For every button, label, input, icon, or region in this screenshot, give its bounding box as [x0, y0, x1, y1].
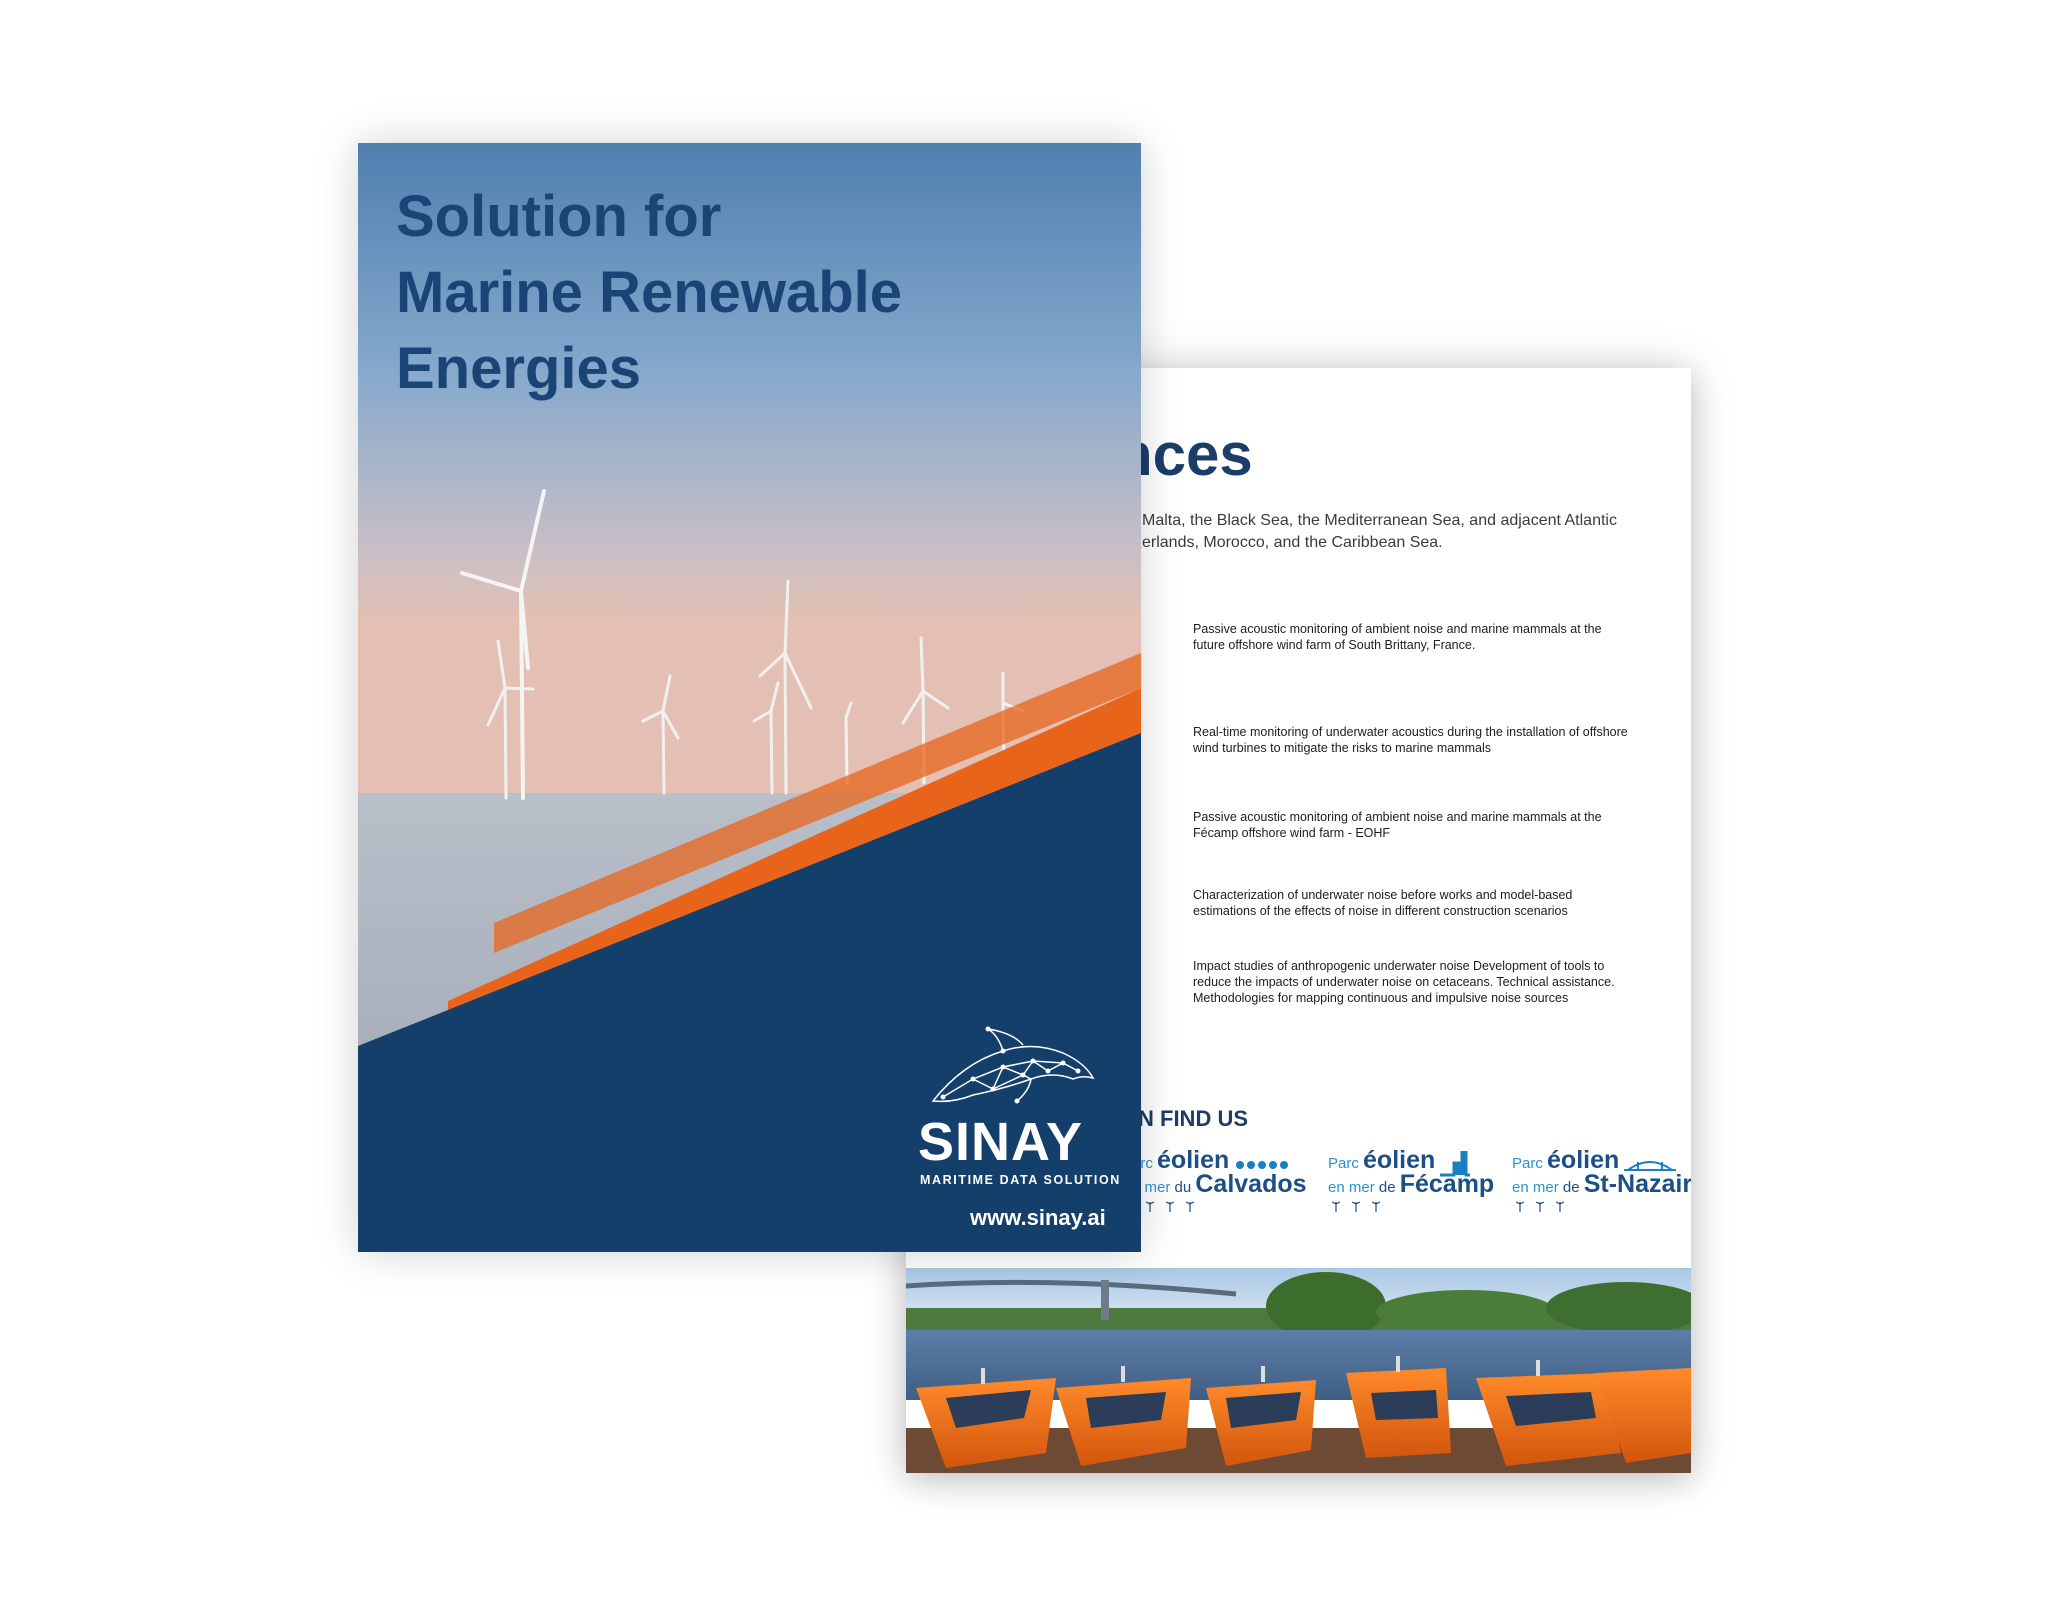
intro-text-line-1: Malta, the Black Sea, the Mediterranean …	[1142, 512, 1617, 529]
front-cover: Solution for Marine Renewable Energies S…	[358, 143, 1141, 1252]
brand-tagline: MARITIME DATA SOLUTION	[920, 1173, 1121, 1187]
waves-icon	[1235, 1160, 1288, 1169]
reference-item-5: Impact studies of anthropogenic underwat…	[1193, 959, 1615, 1005]
dolphin-network-icon	[931, 1026, 1095, 1104]
brand-name: SINAY	[918, 1112, 1084, 1172]
turbine-icons	[1515, 1201, 1565, 1212]
website-link[interactable]: www.sinay.ai	[970, 1205, 1106, 1231]
drone-boats-photo	[906, 1268, 1691, 1473]
park-calvados-logo: arc éolien n mer du Calvados	[1132, 1146, 1332, 1212]
reference-item-3: Passive acoustic monitoring of ambient n…	[1193, 810, 1602, 840]
turbine-icons	[1331, 1201, 1381, 1212]
cover-title: Solution for Marine Renewable Energies	[396, 184, 903, 401]
reference-item-2: Real-time monitoring of underwater acous…	[1193, 725, 1628, 755]
turbine-icons	[1145, 1201, 1195, 1212]
find-us-heading: N FIND US	[1138, 1106, 1248, 1131]
intro-text-line-2: erlands, Morocco, and the Caribbean Sea.	[1142, 534, 1443, 551]
park-st-nazaire-logo: Parc éolien en mer de St-Nazaire	[1512, 1146, 1691, 1212]
reference-item-1: Passive acoustic monitoring of ambient n…	[1193, 622, 1602, 652]
park-fecamp-logo: Parc éolien en mer de Fécamp	[1328, 1146, 1518, 1212]
reference-item-4: Characterization of underwater noise bef…	[1193, 888, 1573, 918]
